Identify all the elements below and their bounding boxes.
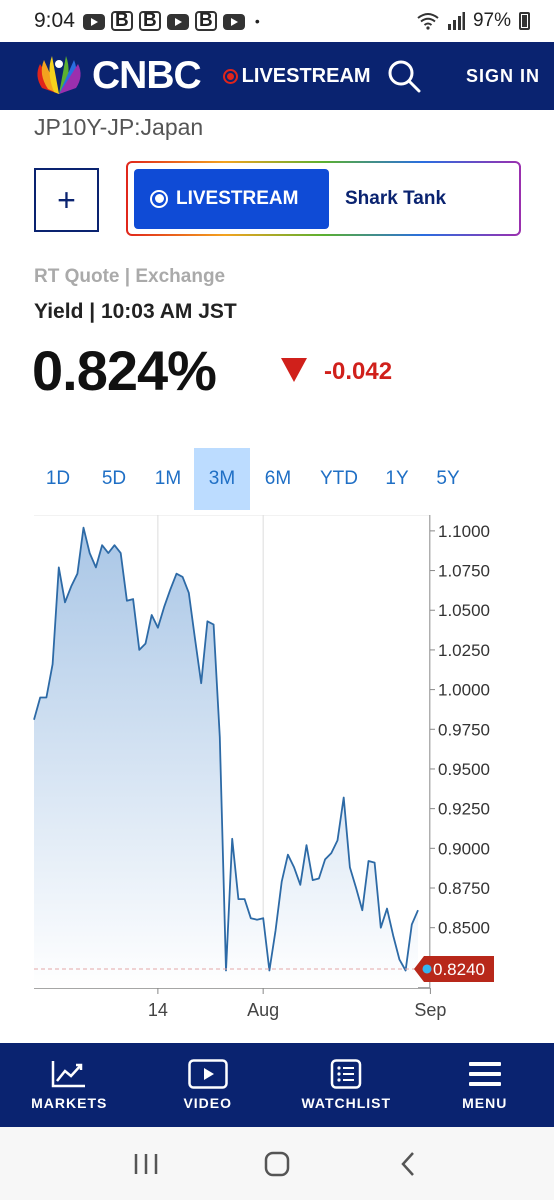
b-notification-icon: B [138, 11, 161, 31]
cnbc-logo[interactable]: CNBC [30, 54, 202, 98]
site-header: CNBC LIVESTREAM SIGN IN [0, 42, 554, 110]
y-tick-label: 0.9500 [438, 760, 490, 779]
range-tab-5d[interactable]: 5D [86, 448, 142, 510]
brand-name: CNBC [92, 54, 202, 97]
play-icon [188, 1059, 228, 1089]
system-nav-bar [0, 1127, 554, 1200]
livestream-banner: LIVESTREAM Shark Tank [126, 161, 521, 236]
x-tick-label: 14 [148, 1000, 168, 1020]
nav-watchlist[interactable]: WATCHLIST [277, 1043, 416, 1127]
chart-line-icon [52, 1061, 86, 1088]
nav-menu[interactable]: MENU [416, 1043, 554, 1127]
y-tick-label: 1.0250 [438, 641, 490, 660]
y-tick-label: 1.0500 [438, 601, 490, 620]
y-tick-label: 0.9750 [438, 720, 490, 739]
last-value-dot [422, 964, 432, 974]
range-tab-3m[interactable]: 3M [194, 448, 250, 510]
livestream-label: LIVESTREAM [241, 64, 371, 87]
livestream-button-label: LIVESTREAM [176, 187, 299, 209]
nav-label: WATCHLIST [301, 1095, 392, 1111]
battery-icon [519, 12, 530, 30]
wifi-icon [417, 13, 439, 30]
page-title: JP10Y-JP:Japan [34, 114, 204, 140]
nav-markets[interactable]: MARKETS [0, 1043, 139, 1127]
nav-label: MARKETS [31, 1095, 108, 1111]
range-tab-6m[interactable]: 6M [250, 448, 306, 510]
youtube-notification-icon [222, 14, 245, 30]
yield-time: Yield | 10:03 AM JST [34, 300, 237, 323]
y-tick-label: 1.0750 [438, 562, 490, 581]
search-icon[interactable] [387, 59, 421, 93]
recents-icon [134, 1153, 157, 1174]
livestream-link[interactable]: LIVESTREAM [222, 64, 371, 88]
yield-chart[interactable]: 14 Aug Sep 1.1000 1.0750 1.0500 1.0250 1.0000 0.… [0, 515, 554, 1025]
nav-label: VIDEO [183, 1095, 233, 1111]
back-icon [401, 1151, 415, 1176]
y-tick-label: 0.8500 [438, 919, 490, 938]
sign-in-button[interactable]: SIGN IN [466, 66, 540, 87]
status-bar: 9:04 B B B • 97% [0, 0, 554, 42]
live-dot-icon [222, 68, 238, 84]
back-button[interactable] [388, 1144, 428, 1184]
live-radio-icon [150, 189, 168, 208]
y-tick-label: 0.8750 [438, 879, 490, 898]
y-tick-label: 0.9000 [438, 839, 490, 858]
range-tab-1m[interactable]: 1M [142, 448, 194, 510]
down-arrow-icon [281, 358, 307, 382]
nav-video[interactable]: VIDEO [139, 1043, 278, 1127]
y-tick-label: 1.1000 [438, 522, 490, 541]
bottom-nav: MARKETS VIDEO WATCHLIST MENU [0, 1043, 554, 1127]
range-tab-1y[interactable]: 1Y [372, 448, 422, 510]
area-fill [34, 527, 418, 988]
price-change: -0.042 [324, 358, 393, 385]
show-name-link[interactable]: Shark Tank [345, 188, 446, 210]
x-tick-label: Aug [247, 1000, 279, 1020]
range-tabs: 1D 5D 1M 3M 6M YTD 1Y 5Y [30, 448, 474, 510]
y-tick-label: 0.9250 [438, 800, 490, 819]
signal-icon [447, 12, 465, 30]
last-price: 0.824% [32, 339, 217, 402]
b-notification-icon: B [110, 11, 133, 31]
peacock-logo-icon [37, 56, 81, 94]
y-tick-label: 1.0000 [438, 681, 490, 700]
range-tab-ytd[interactable]: YTD [306, 448, 372, 510]
home-icon [264, 1151, 290, 1176]
range-tab-1d[interactable]: 1D [30, 448, 86, 510]
youtube-notification-icon [166, 14, 189, 30]
b-notification-icon: B [194, 11, 217, 31]
list-icon [331, 1059, 362, 1089]
battery-percent: 97% [472, 10, 511, 31]
more-notifications-dot: • [254, 13, 260, 29]
home-button[interactable] [257, 1144, 297, 1184]
youtube-notification-icon [82, 14, 105, 30]
last-value-label: 0.8240 [433, 960, 485, 979]
recent-apps-button[interactable] [126, 1144, 166, 1184]
hamburger-icon [468, 1062, 501, 1086]
add-to-watchlist-button[interactable]: + [34, 168, 99, 232]
quote-meta: RT Quote | Exchange [34, 266, 226, 287]
nav-label: MENU [462, 1095, 508, 1111]
livestream-button[interactable]: LIVESTREAM [134, 168, 329, 229]
status-time: 9:04 [34, 9, 75, 32]
range-tab-5y[interactable]: 5Y [422, 448, 474, 510]
x-tick-label: Sep [414, 1000, 446, 1020]
